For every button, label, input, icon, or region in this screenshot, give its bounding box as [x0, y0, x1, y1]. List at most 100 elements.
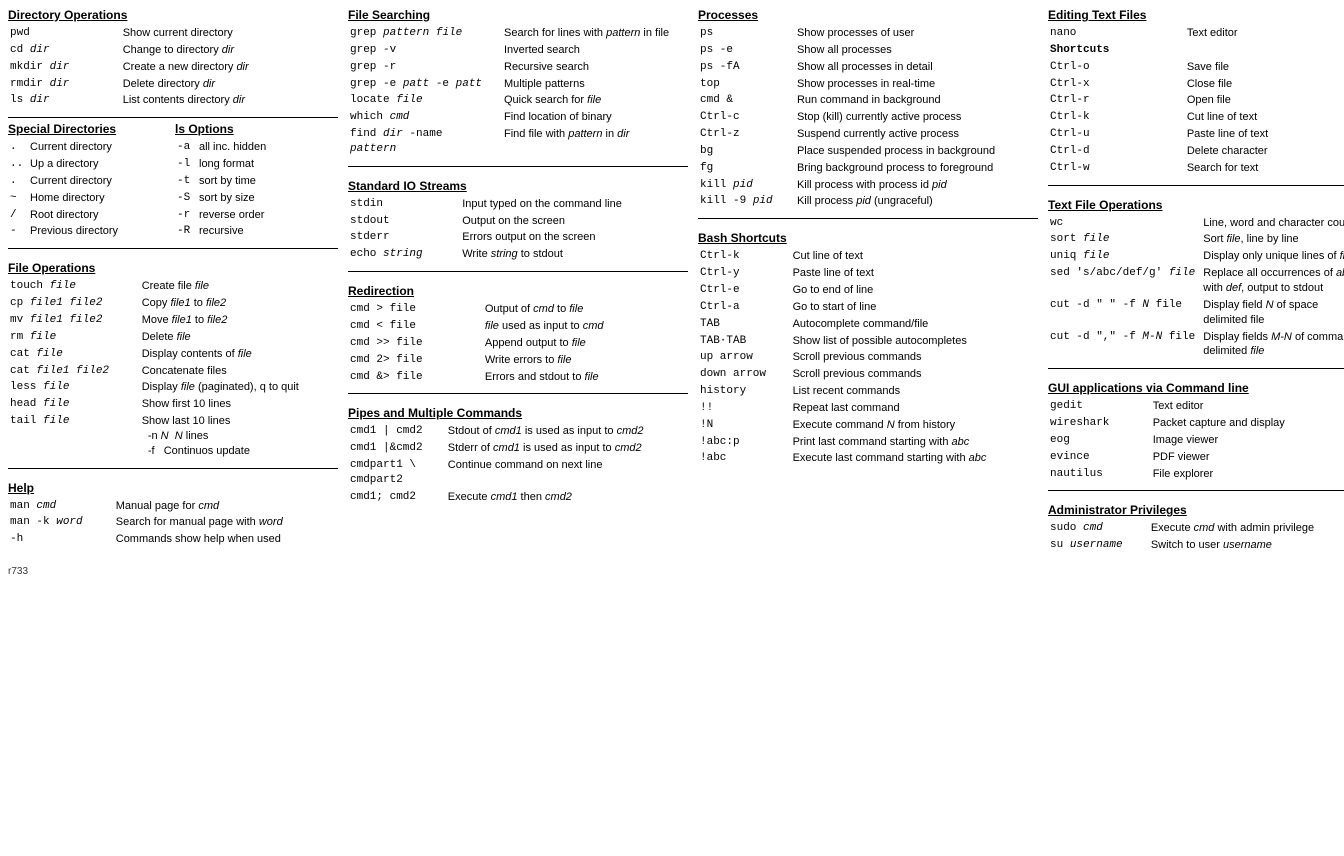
cmd-bangabc: !abc	[698, 450, 791, 467]
table-row: su username Switch to user username	[1048, 537, 1344, 554]
table-row: -h Commands show help when used	[8, 531, 338, 548]
flag-S: -S	[175, 190, 197, 207]
table-row: / Root directory	[8, 207, 171, 224]
desc-bangbang: Repeat last command	[791, 400, 1038, 417]
cmd-ctrlr: Ctrl-r	[1048, 92, 1185, 109]
cmd-ctrlx: Ctrl-x	[1048, 76, 1185, 93]
desc-kill9: Kill process pid (ungraceful)	[795, 193, 1038, 210]
table-row: cat file1 file2 Concatenate files	[8, 363, 338, 380]
table-row: ps -fA Show all processes in detail	[698, 59, 1038, 76]
cmd-tab: TAB	[698, 316, 791, 333]
table-row: pwd Show current directory	[8, 25, 338, 42]
flag-R: -R	[175, 223, 197, 240]
cmd-ctrl-c: Ctrl-c	[698, 109, 795, 126]
cmd-bangbang: !!	[698, 400, 791, 417]
cmd-rmdir: rmdir dir	[8, 76, 121, 93]
cmd-sudo: sudo cmd	[1048, 520, 1149, 537]
table-row: bg Place suspended process in background	[698, 143, 1038, 160]
cmd-stderr: stderr	[348, 229, 460, 246]
cmd-cut-comma: cut -d "," -f M-N file	[1048, 329, 1201, 361]
table-row: ls dir List contents directory dir	[8, 92, 338, 109]
cmd-ps-fA: ps -fA	[698, 59, 795, 76]
desc-ctrly: Paste line of text	[791, 265, 1038, 282]
cmd-semicolon: cmd1; cmd2	[348, 489, 446, 506]
table-row: ps Show processes of user	[698, 25, 1038, 42]
help-title: Help	[8, 481, 338, 495]
table-row: TAB Autocomplete command/file	[698, 316, 1038, 333]
cmd-cut-space: cut -d " " -f N file	[1048, 297, 1201, 329]
desc-cat2: Concatenate files	[140, 363, 338, 380]
desc-tail: Show last 10 lines -n N N lines -f Conti…	[140, 413, 338, 460]
cmd-tail: tail file	[8, 413, 140, 460]
desc-cut-space: Display field N of space delimited file	[1201, 297, 1344, 329]
desc-redir-out: Output of cmd to file	[483, 301, 688, 318]
desc-tabtab: Show list of possible autocompletes	[791, 333, 1038, 350]
table-row: cut -d "," -f M-N file Display fields M-…	[1048, 329, 1344, 361]
desc-rmdir: Delete directory dir	[121, 76, 338, 93]
cmd-h: -h	[8, 531, 114, 548]
ls-options-table: -a all inc. hidden -l long format -t sor…	[175, 139, 338, 240]
main-page: Directory Operations pwd Show current di…	[8, 8, 1328, 558]
cmd-ls: ls dir	[8, 92, 121, 109]
table-row: Ctrl-e Go to end of line	[698, 282, 1038, 299]
cmd-which: which cmd	[348, 109, 502, 126]
cmd-pipe: cmd1 | cmd2	[348, 423, 446, 440]
desc-touch: Create file file	[140, 278, 338, 295]
desc-su: Switch to user username	[1149, 537, 1344, 554]
sym-slash: /	[8, 207, 28, 224]
desc-bangN: Execute command N from history	[791, 417, 1038, 434]
cmd-locate: locate file	[348, 92, 502, 109]
table-row: grep pattern file Search for lines with …	[348, 25, 688, 42]
desc-man: Manual page for cmd	[114, 498, 338, 515]
table-row: man -k word Search for manual page with …	[8, 514, 338, 531]
table-row: touch file Create file file	[8, 278, 338, 295]
divider7	[698, 218, 1038, 219]
desc-ls: List contents directory dir	[121, 92, 338, 109]
divider10	[1048, 490, 1344, 491]
sym-dotdot: ..	[8, 156, 28, 173]
desc-sed: Replace all occurrences of abc with def,…	[1201, 265, 1344, 297]
table-row: -r reverse order	[175, 207, 338, 224]
table-row: - Previous directory	[8, 223, 171, 240]
table-row: stderr Errors output on the screen	[348, 229, 688, 246]
table-row: !N Execute command N from history	[698, 417, 1038, 434]
cmd-cat2: cat file1 file2	[8, 363, 140, 380]
cmd-man-k: man -k word	[8, 514, 114, 531]
text-file-ops-table: wc Line, word and character count sort f…	[1048, 215, 1344, 361]
desc-a: all inc. hidden	[197, 139, 338, 156]
cmd-kill: kill pid	[698, 177, 795, 194]
table-row: sed 's/abc/def/g' file Replace all occur…	[1048, 265, 1344, 297]
flag-l: -l	[175, 156, 197, 173]
table-row: cmd < file file used as input to cmd	[348, 318, 688, 335]
desc-eog: Image viewer	[1151, 432, 1344, 449]
desc-which: Find location of binary	[502, 109, 688, 126]
desc-l: long format	[197, 156, 338, 173]
table-row: stdout Output on the screen	[348, 213, 688, 230]
table-row: rm file Delete file	[8, 329, 338, 346]
table-row: Ctrl-w Search for text	[1048, 160, 1344, 177]
redirection-title: Redirection	[348, 284, 688, 298]
sym-dash: -	[8, 223, 28, 240]
stdio-table: stdin Input typed on the command line st…	[348, 196, 688, 263]
table-row: sudo cmd Execute cmd with admin privileg…	[1048, 520, 1344, 537]
special-dirs-title: Special Directories	[8, 122, 171, 136]
table-row: cmd >> file Append output to file	[348, 335, 688, 352]
cmd-ctrla: Ctrl-a	[698, 299, 791, 316]
cmd-redir-append: cmd >> file	[348, 335, 483, 352]
desc-nautilus: File explorer	[1151, 466, 1344, 483]
desc-ps-e: Show all processes	[795, 42, 1038, 59]
table-row: Ctrl-z Suspend currently active process	[698, 126, 1038, 143]
cmd-uniq: uniq file	[1048, 248, 1201, 265]
desc-cd: Change to directory dir	[121, 42, 338, 59]
file-search-table: grep pattern file Search for lines with …	[348, 25, 688, 158]
cmd-eog: eog	[1048, 432, 1151, 449]
table-row: echo string Write string to stdout	[348, 246, 688, 263]
bash-shortcuts-title: Bash Shortcuts	[698, 231, 1038, 245]
desc-sort: Sort file, line by line	[1201, 231, 1344, 248]
cmd-ctrlk2: Ctrl-k	[1048, 109, 1185, 126]
table-row: ps -e Show all processes	[698, 42, 1038, 59]
cmd-wc: wc	[1048, 215, 1201, 232]
table-row: locate file Quick search for file	[348, 92, 688, 109]
table-row: stdin Input typed on the command line	[348, 196, 688, 213]
cmd-find: find dir -namepattern	[348, 126, 502, 158]
